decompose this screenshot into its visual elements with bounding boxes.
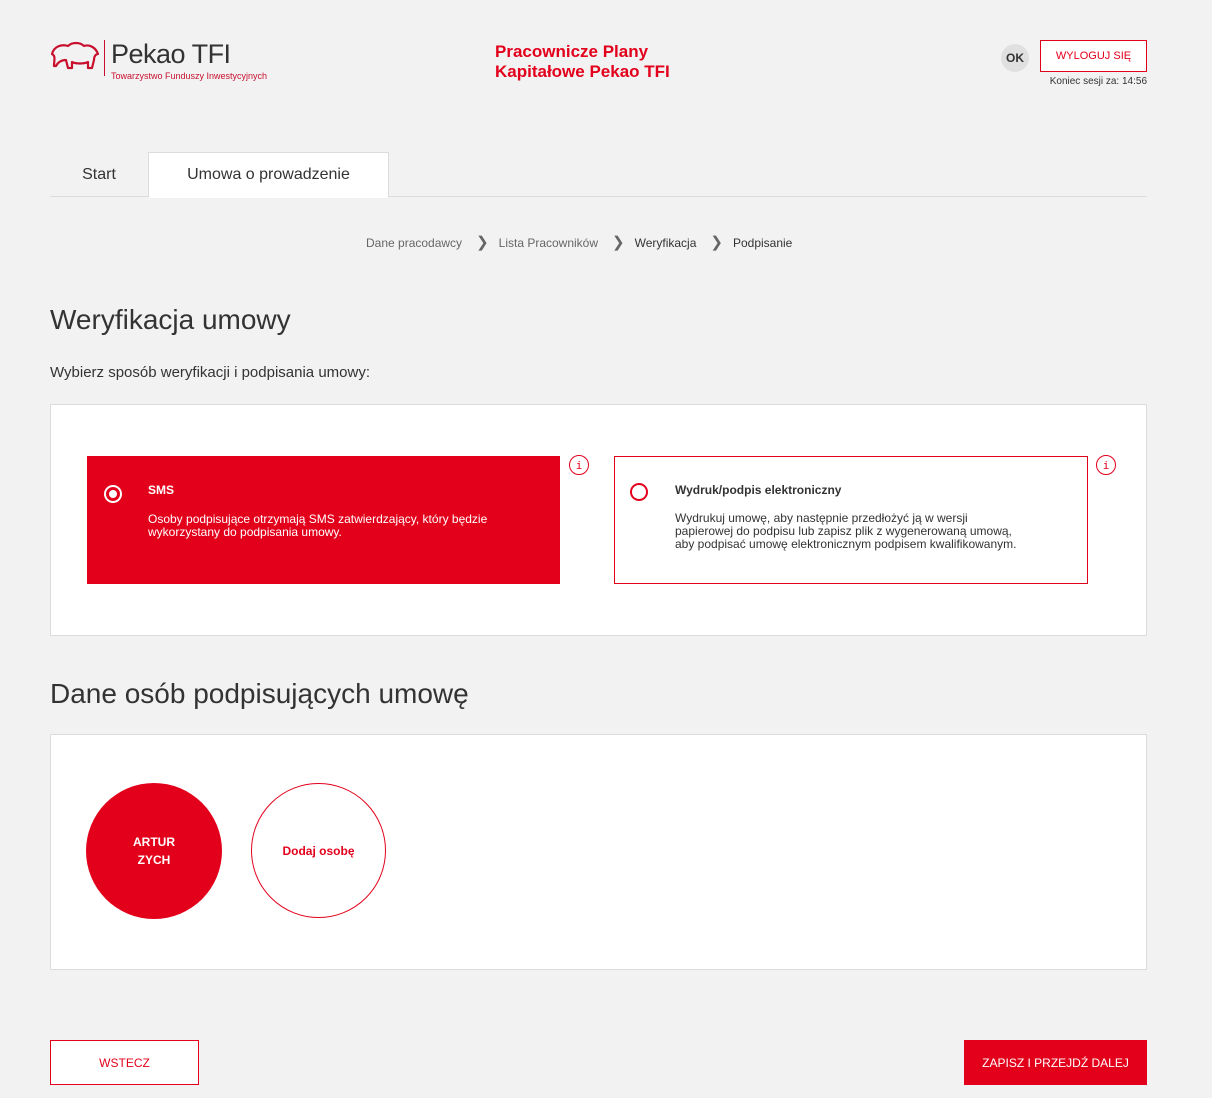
logo-subtitle: Towarzystwo Funduszy Inwestycyjnych bbox=[111, 71, 268, 81]
save-and-continue-button[interactable]: ZAPISZ I PRZEJDŹ DALEJ bbox=[964, 1040, 1147, 1085]
signer-first-name: ARTUR bbox=[133, 835, 175, 849]
session-timer: Koniec sesji za: 14:56 bbox=[1049, 76, 1147, 87]
radio-print[interactable] bbox=[630, 483, 648, 501]
page: Pekao TFI Towarzystwo Funduszy Inwestycy… bbox=[0, 0, 1212, 1098]
app-title: Pracownicze Plany Kapitałowe Pekao TFI bbox=[495, 42, 670, 82]
option-print-title: Wydruk/podpis elektroniczny bbox=[675, 483, 842, 497]
breadcrumb-lista-pracownikow[interactable]: Lista Pracowników bbox=[499, 236, 598, 250]
logout-button[interactable]: WYLOGUJ SIĘ bbox=[1040, 40, 1147, 72]
back-button[interactable]: WSTECZ bbox=[50, 1040, 199, 1085]
info-icon[interactable]: i bbox=[569, 455, 589, 475]
chevron-right-icon: ❯ bbox=[612, 234, 625, 251]
chevron-right-icon: ❯ bbox=[710, 234, 723, 251]
option-print-description-line: aby podpisać umowę elektronicznym podpis… bbox=[675, 537, 1017, 551]
tab-umowa[interactable]: Umowa o prowadzenie bbox=[148, 152, 389, 198]
option-sms-description: Osoby podpisujące otrzymają SMS zatwierd… bbox=[148, 512, 488, 539]
logo-text: Pekao TFI Towarzystwo Funduszy Inwestycy… bbox=[111, 40, 267, 82]
breadcrumb-weryfikacja: Weryfikacja bbox=[634, 236, 697, 250]
radio-sms[interactable] bbox=[104, 485, 122, 503]
option-print-description: Wydrukuj umowę, aby następnie przedłożyć… bbox=[675, 512, 1016, 551]
option-sms-title: SMS bbox=[148, 483, 175, 497]
info-icon[interactable]: i bbox=[1096, 455, 1116, 475]
signers-panel: ARTUR ZYCH Dodaj osobę bbox=[50, 734, 1147, 970]
bison-logo-icon bbox=[50, 41, 100, 70]
page-subtitle: Wybierz sposób weryfikacji i podpisania … bbox=[50, 364, 370, 381]
pekao-logo[interactable]: Pekao TFI Towarzystwo Funduszy Inwestycy… bbox=[50, 40, 267, 82]
signers-title: Dane osób podpisujących umowę bbox=[50, 678, 469, 709]
breadcrumb: Dane pracodawcy ❯ Lista Pracowników ❯ We… bbox=[366, 234, 793, 251]
option-print[interactable]: Wydruk/podpis elektroniczny Wydrukuj umo… bbox=[614, 456, 1088, 584]
app-title-line2: Kapitałowe Pekao TFI bbox=[495, 62, 670, 81]
ok-badge[interactable]: OK bbox=[1001, 44, 1029, 72]
tab-bar: Start Umowa o prowadzenie bbox=[50, 152, 1147, 198]
breadcrumb-dane-pracodawcy[interactable]: Dane pracodawcy bbox=[366, 236, 462, 250]
add-person-button[interactable]: Dodaj osobę bbox=[251, 783, 386, 918]
breadcrumb-podpisanie: Podpisanie bbox=[732, 236, 793, 250]
option-sms[interactable]: SMS Osoby podpisujące otrzymają SMS zatw… bbox=[87, 456, 560, 584]
tab-start[interactable]: Start bbox=[50, 152, 148, 197]
signer-artur-zych[interactable]: ARTUR ZYCH bbox=[86, 783, 222, 919]
signer-name: ARTUR ZYCH bbox=[133, 833, 175, 869]
app-title-line1: Pracownicze Plany bbox=[495, 42, 649, 61]
logo-divider bbox=[104, 40, 105, 76]
signer-last-name: ZYCH bbox=[137, 853, 171, 867]
verification-panel: SMS Osoby podpisujące otrzymają SMS zatw… bbox=[50, 404, 1147, 636]
chevron-right-icon: ❯ bbox=[476, 234, 489, 251]
logo-name: Pekao TFI bbox=[111, 39, 231, 69]
page-title: Weryfikacja umowy bbox=[50, 304, 291, 335]
